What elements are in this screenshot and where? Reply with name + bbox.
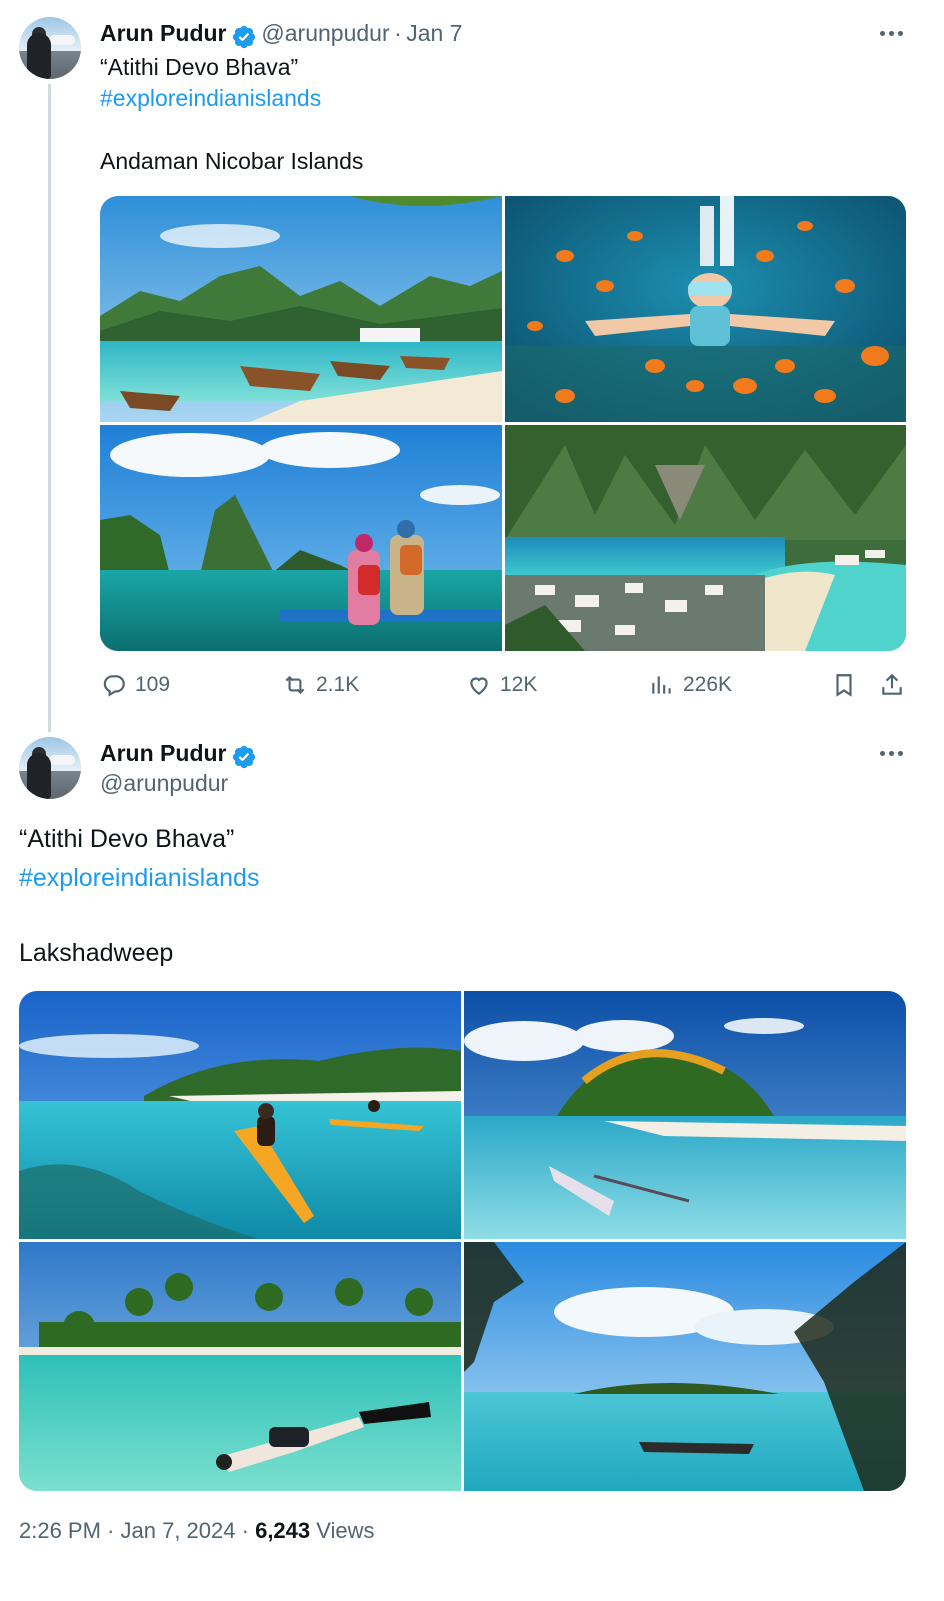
image-couple-cliffs[interactable] (100, 425, 502, 651)
reply-count: 109 (135, 673, 171, 696)
image-grid (19, 991, 906, 1491)
tweet-time[interactable]: 2:26 PM (19, 1518, 101, 1543)
image-bay-aerial[interactable] (505, 425, 906, 651)
image-grid (100, 196, 906, 651)
tweet-date[interactable]: Jan 7 (406, 20, 462, 46)
share-icon (882, 673, 902, 695)
tweet-footer: 2:26 PM · Jan 7, 2024 · 6,243 Views (19, 1518, 375, 1544)
image-beach-boats[interactable] (100, 196, 502, 422)
tweet-header: Arun Pudur (100, 738, 257, 772)
bookmark-button[interactable] (831, 672, 857, 698)
retweet-icon (285, 675, 305, 695)
share-button[interactable] (879, 672, 905, 698)
author-handle[interactable]: @arunpudur (100, 770, 228, 797)
image-palm-island[interactable] (464, 991, 906, 1239)
reply-icon (103, 675, 125, 697)
separator-dot: · (394, 20, 402, 46)
retweet-button[interactable]: 2.1K (282, 672, 359, 698)
verified-badge-icon (232, 745, 256, 768)
thread-line (48, 84, 51, 732)
tweet-full-date[interactable]: Jan 7, 2024 (121, 1518, 236, 1543)
image-boat-palms[interactable] (464, 1242, 906, 1491)
verified-badge-icon (232, 25, 256, 48)
views-count: 226K (683, 673, 733, 696)
separator-dot: · (241, 1518, 249, 1543)
hashtag-link[interactable]: #exploreindianislands (19, 861, 259, 895)
tweet-place-text: Lakshadweep (19, 939, 174, 967)
image-snorkel-swimmer[interactable] (19, 1242, 461, 1491)
image-snorkel-fish[interactable] (505, 196, 906, 422)
views-button[interactable]: 226K (649, 672, 732, 698)
more-icon[interactable] (880, 31, 903, 36)
author-name[interactable]: Arun Pudur (100, 740, 227, 766)
like-button[interactable]: 12K (466, 672, 537, 698)
tweet-text-line: “Atithi Devo Bhava” (19, 825, 235, 853)
views-label: Views (316, 1518, 375, 1543)
separator-dot: · (107, 1518, 115, 1543)
tweet-header: Arun Pudur @arunpudur · Jan 7 (100, 18, 462, 52)
bookmark-icon (836, 674, 852, 697)
image-kayak-lagoon[interactable] (19, 991, 461, 1239)
like-icon (470, 677, 488, 695)
reply-button[interactable]: 109 (101, 672, 170, 698)
views-icon (652, 676, 671, 694)
like-count: 12K (500, 673, 538, 696)
tweet-place-text: Andaman Nicobar Islands (100, 148, 364, 174)
retweet-count: 2.1K (316, 673, 360, 696)
hashtag-link[interactable]: #exploreindianislands (100, 83, 321, 114)
views-total: 6,243 (255, 1518, 311, 1543)
more-icon[interactable] (880, 751, 903, 756)
avatar[interactable] (19, 17, 81, 79)
author-handle[interactable]: @arunpudur (261, 20, 389, 46)
author-name[interactable]: Arun Pudur (100, 20, 227, 46)
avatar[interactable] (19, 737, 81, 799)
tweet-text-line: “Atithi Devo Bhava” (100, 54, 299, 80)
